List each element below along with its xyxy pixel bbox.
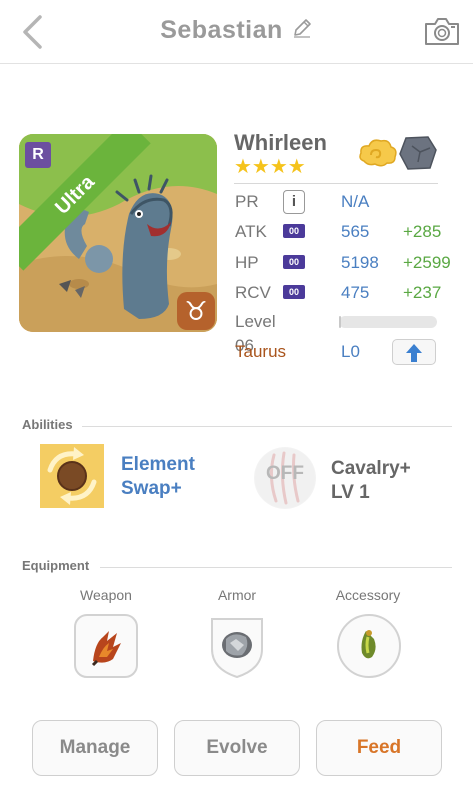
zodiac-badge: ♉	[177, 292, 215, 330]
leader-skill-status: OFF	[266, 463, 304, 484]
level-progress-bar	[339, 316, 437, 328]
leader-skill-name[interactable]: Cavalry+ LV 1	[331, 457, 411, 505]
divider	[82, 426, 452, 427]
stat-label: ATK	[235, 222, 267, 241]
star-rating: ★★★★	[234, 156, 306, 178]
monster-portrait[interactable]: R Ultra ♉	[19, 134, 217, 332]
top-bar: Sebastian	[0, 0, 473, 64]
up-arrow-icon	[406, 344, 422, 362]
stat-bonus: +285	[403, 222, 442, 241]
weapon-label: Weapon	[80, 587, 132, 603]
stat-value: 475	[341, 283, 370, 302]
edit-name-icon[interactable]	[291, 17, 313, 44]
zodiac-level: L0	[341, 342, 360, 361]
rock-element-icon	[398, 134, 438, 172]
monster-name: Whirleen	[234, 130, 327, 155]
stat-value: 565	[341, 222, 370, 241]
plus-badge: 00	[283, 285, 305, 299]
stat-label: RCV	[235, 283, 271, 302]
level-progress-fill	[339, 316, 341, 328]
feed-button[interactable]: Feed	[316, 720, 442, 776]
abilities-section-label: Abilities	[22, 417, 73, 432]
cloud-element-icon	[358, 135, 398, 171]
divider	[234, 183, 438, 184]
zodiac-upgrade-button[interactable]	[392, 339, 436, 365]
rarity-badge: R	[25, 142, 51, 168]
stat-value: 5198	[341, 253, 379, 272]
accessory-slot[interactable]	[336, 613, 402, 679]
armor-label: Armor	[217, 587, 257, 603]
armor-slot[interactable]	[204, 613, 270, 679]
camera-icon[interactable]	[423, 15, 461, 47]
stat-bonus: +2599	[403, 253, 451, 272]
stat-label: PR	[235, 192, 259, 211]
monster-nickname: Sebastian	[160, 16, 283, 44]
equipment-section-label: Equipment	[22, 558, 90, 573]
accessory-label: Accessory	[335, 587, 401, 603]
weapon-slot[interactable]	[73, 613, 139, 679]
stat-label: HP	[235, 253, 259, 272]
evolve-button[interactable]: Evolve	[174, 720, 300, 776]
active-skill-name[interactable]: Element Swap+	[121, 453, 195, 501]
stat-bonus: +237	[403, 283, 442, 302]
divider	[100, 567, 452, 568]
info-icon[interactable]: i	[283, 190, 305, 214]
plus-badge: 00	[283, 224, 305, 238]
plus-badge: 00	[283, 255, 305, 269]
manage-button[interactable]: Manage	[32, 720, 158, 776]
element-swap-icon[interactable]	[40, 444, 104, 508]
zodiac-label: Taurus	[235, 342, 287, 361]
stat-value: N/A	[341, 192, 370, 211]
